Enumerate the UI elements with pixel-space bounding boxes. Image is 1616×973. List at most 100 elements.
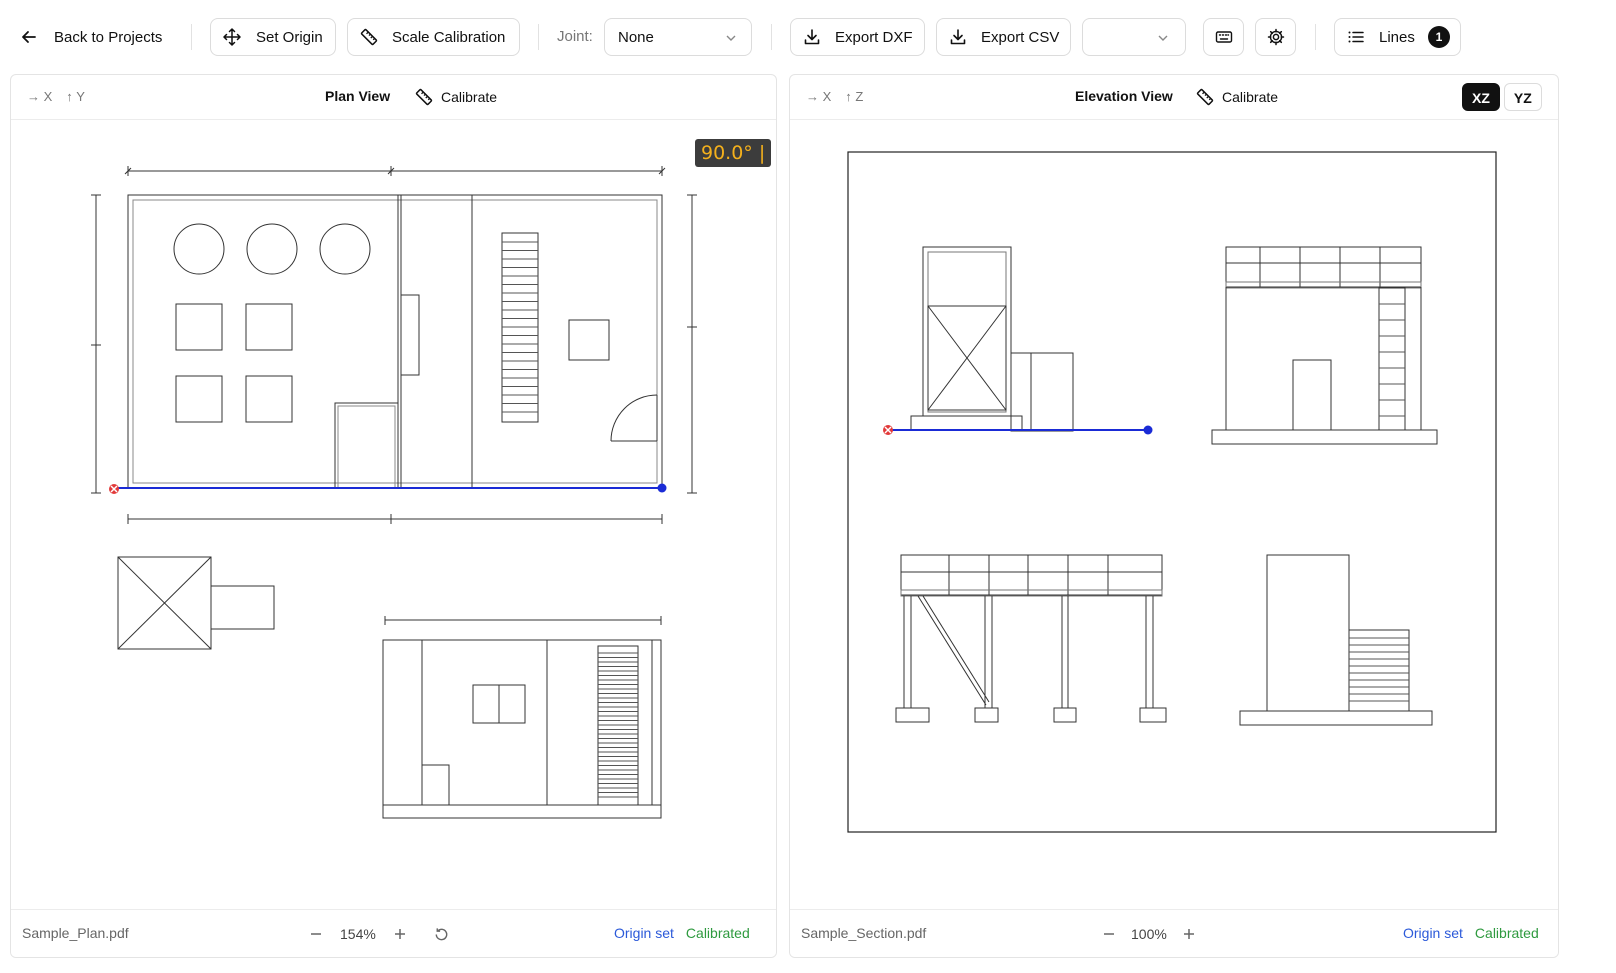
origin-status: Origin set <box>1403 925 1463 941</box>
plan-calibrate-label: Calibrate <box>441 89 498 105</box>
sheet-border <box>847 151 1497 833</box>
keyboard-shortcuts-button[interactable] <box>1203 18 1244 56</box>
axis-y-indicator: ↑ Y <box>66 89 85 104</box>
set-origin-button[interactable]: Set Origin <box>210 18 336 56</box>
plan-zoom-control: 154% <box>302 920 456 948</box>
axis-x-indicator: → X <box>27 89 53 104</box>
elevation-view-panel: → X ↑ Z Elevation View Calibrate XZ YZ S… <box>789 74 1559 958</box>
elevation-ladder-building <box>1211 246 1438 445</box>
ruler-icon <box>360 28 378 46</box>
plan-view-header: → X ↑ Y Plan View Calibrate <box>11 75 776 120</box>
export-dxf-button[interactable]: Export DXF <box>790 18 925 56</box>
plan-axis-indicator: → X ↑ Y <box>27 89 85 104</box>
axis-x-indicator: → X <box>806 89 832 104</box>
toolbar-divider <box>191 24 192 50</box>
export-csv-button[interactable]: Export CSV <box>936 18 1071 56</box>
view-yz-button[interactable]: YZ <box>1503 83 1542 111</box>
elevation-stair-block <box>1239 554 1433 726</box>
angle-readout: 90.0° | <box>695 139 772 167</box>
calibration-status: Calibrated <box>1474 925 1539 941</box>
zoom-in-button[interactable] <box>1175 920 1203 948</box>
rotate-ccw-icon <box>435 927 448 940</box>
plan-measure-line[interactable] <box>109 483 667 495</box>
measure-endpoint-handle[interactable] <box>1143 425 1153 435</box>
zoom-out-button[interactable] <box>302 920 330 948</box>
zoom-in-button[interactable] <box>386 920 414 948</box>
plan-view-footer: Sample_Plan.pdf 154% Origin set Calibrat… <box>11 909 776 957</box>
lines-label: Lines <box>1379 28 1415 46</box>
elevation-calibrate-button[interactable]: Calibrate <box>1196 85 1278 109</box>
measure-endpoint-handle[interactable] <box>657 483 667 493</box>
elevation-status: Origin set Calibrated <box>1403 925 1539 941</box>
toolbar-divider <box>538 24 539 50</box>
plan-dimension-left <box>91 194 101 494</box>
plan-calibrate-button[interactable]: Calibrate <box>415 85 497 109</box>
plan-dimension-bottom <box>127 514 663 524</box>
plan-stair <box>501 232 539 423</box>
plan-building-outline <box>127 194 663 489</box>
plan-round-tanks <box>173 223 371 275</box>
gear-icon <box>1267 28 1284 46</box>
elevation-view-title: Elevation View <box>1075 88 1173 104</box>
elevation-calibrate-label: Calibrate <box>1222 89 1279 105</box>
plan-status: Origin set Calibrated <box>614 925 750 941</box>
toolbar-divider <box>771 24 772 50</box>
elevation-view-footer: Sample_Section.pdf 100% Origin set Calib… <box>790 909 1558 957</box>
plan-detail-skylight <box>117 556 275 650</box>
elevation-platform-frame <box>895 554 1167 723</box>
lines-count-badge: 1 <box>1428 26 1450 48</box>
settings-button[interactable] <box>1255 18 1296 56</box>
elevation-axis-indicator: → X ↑ Z <box>806 89 863 104</box>
export-dxf-label: Export DXF <box>835 28 913 46</box>
reset-view-button[interactable] <box>428 920 456 948</box>
download-icon <box>950 29 966 45</box>
download-icon <box>804 29 820 45</box>
scale-calibration-button[interactable]: Scale Calibration <box>347 18 520 56</box>
plus-icon <box>394 929 405 939</box>
plan-zoom-level: 154% <box>340 926 376 942</box>
axis-z-indicator: ↑ Z <box>845 89 864 104</box>
view-plane-toggle: XZ YZ <box>1462 83 1542 111</box>
list-icon <box>1348 31 1364 43</box>
chevron-down-icon <box>1158 35 1168 41</box>
zoom-out-button[interactable] <box>1095 920 1123 948</box>
elevation-zoom-level: 100% <box>1131 926 1167 942</box>
plan-view-panel: → X ↑ Y Plan View Calibrate 90.0° | Samp… <box>10 74 777 958</box>
plan-dimension-top <box>124 166 666 176</box>
elevation-measure-line[interactable] <box>883 425 1153 435</box>
back-to-projects-label: Back to Projects <box>54 28 163 46</box>
ruler-icon <box>1196 88 1214 106</box>
plan-drawing-canvas[interactable] <box>11 120 777 910</box>
plan-door-swing <box>610 394 658 442</box>
joint-select-value: None <box>618 28 654 46</box>
plus-icon <box>1183 929 1194 939</box>
origin-marker[interactable] <box>883 425 893 435</box>
elevation-drawing-canvas[interactable] <box>790 120 1559 910</box>
minus-icon <box>311 933 321 935</box>
export-csv-label: Export CSV <box>981 28 1060 46</box>
set-origin-label: Set Origin <box>256 28 323 46</box>
view-xz-button[interactable]: XZ <box>1462 83 1500 111</box>
chevron-down-icon <box>726 35 736 41</box>
lines-button[interactable]: Lines 1 <box>1334 18 1461 56</box>
elevation-zoom-control: 100% <box>1095 920 1203 948</box>
origin-status: Origin set <box>614 925 674 941</box>
back-to-projects-button[interactable]: Back to Projects <box>20 18 162 56</box>
keyboard-icon <box>1215 31 1232 43</box>
plan-square-equipment <box>175 303 610 423</box>
origin-marker[interactable] <box>109 484 119 494</box>
calibration-status: Calibrated <box>685 925 750 941</box>
joint-label: Joint: <box>557 28 593 45</box>
plan-file-name: Sample_Plan.pdf <box>22 925 129 941</box>
minus-icon <box>1104 933 1114 935</box>
scale-calibration-label: Scale Calibration <box>392 28 506 46</box>
joint-select[interactable]: None <box>604 18 752 56</box>
elevation-view-header: → X ↑ Z Elevation View Calibrate XZ YZ <box>790 75 1558 120</box>
arrow-left-icon <box>22 31 36 43</box>
plan-view-title: Plan View <box>325 88 391 104</box>
plan-detail-elevation <box>382 616 662 819</box>
export-options-select[interactable] <box>1082 18 1186 56</box>
ruler-icon <box>415 88 433 106</box>
elevation-file-name: Sample_Section.pdf <box>801 925 927 941</box>
move-icon <box>223 28 241 46</box>
